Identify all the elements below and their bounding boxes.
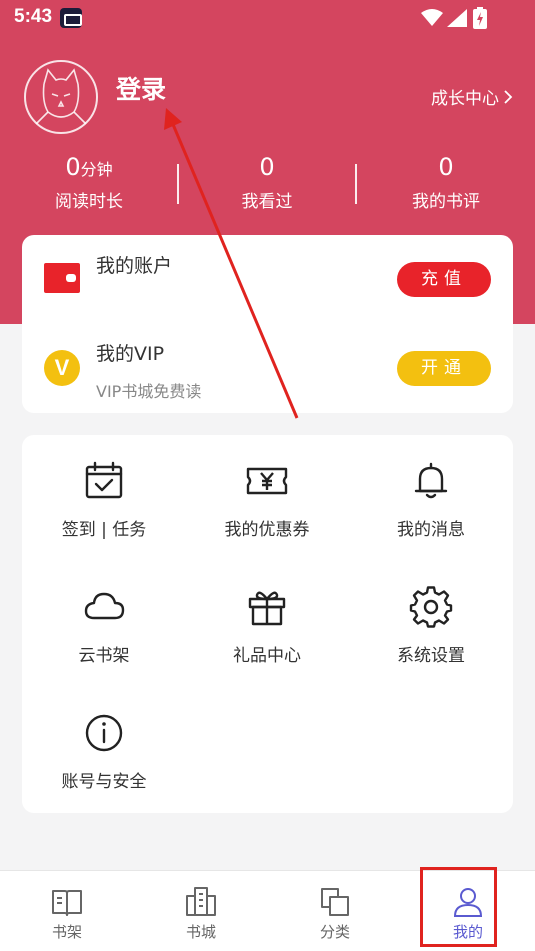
menu-item-gift-center[interactable]: 礼品中心 [185,585,349,666]
menu-item-checkin[interactable]: 签到 | 任务 [22,459,186,540]
menu-label: 系统设置 [397,646,465,666]
recharge-button[interactable]: 充值 [397,262,491,297]
menu-label: 云书架 [78,646,130,666]
menu-item-account-security[interactable]: 账号与安全 [22,711,186,792]
cat-avatar-icon [35,68,87,125]
coupon-icon [246,467,288,495]
vip-subtitle: VIP书城免费读 [96,382,202,401]
stat-label: 阅读时长 [55,192,123,212]
growth-center-label: 成长中心 [431,89,499,109]
status-time: 5:43 [14,6,53,27]
wallet-icon [44,263,80,293]
cloud-icon [84,592,125,620]
status-icons [421,7,495,29]
menu-label: 签到 | 任务 [61,520,147,540]
menu-label: 账号与安全 [61,772,147,792]
menu-label: 礼品中心 [233,646,301,666]
menu-item-messages[interactable]: 我的消息 [349,459,513,540]
gear-icon [409,586,453,628]
category-icon [321,888,349,916]
login-link[interactable]: 登录 [116,70,166,106]
wifi-icon [421,9,443,26]
stat-reading-time[interactable]: 0分钟 阅读时长 [0,152,178,212]
growth-center-link[interactable]: 成长中心 [431,84,513,109]
book-icon [52,890,82,916]
stat-viewed[interactable]: 0 我看过 [178,152,356,212]
stat-value: 0 [259,153,275,181]
nav-label: 书城 [185,923,216,941]
nav-label: 分类 [319,923,350,941]
menu-item-coupons[interactable]: 我的优惠券 [185,459,349,540]
buildings-icon [186,887,216,916]
stat-label: 我的书评 [412,192,480,212]
avatar[interactable] [24,60,98,134]
battery-icon [473,7,487,29]
calendar-check-icon [85,461,123,499]
gift-icon [248,591,286,626]
nav-item-bookstore[interactable]: 书城 [134,871,268,951]
account-card: 我的账户 充值 V 我的VIP VIP书城免费读 开通 [22,235,513,413]
signal-icon [447,9,467,27]
stat-value: 0 [438,153,454,181]
stat-unit: 分钟 [80,160,113,179]
menu-item-cloud-shelf[interactable]: 云书架 [22,585,186,666]
reading-stats: 0分钟 阅读时长 0 我看过 0 我的书评 [0,152,535,216]
chevron-right-icon [504,89,513,104]
nav-label: 书架 [51,923,82,941]
stat-value: 0 [65,153,81,181]
menu-label: 我的优惠券 [224,520,310,540]
notification-app-icon [60,8,82,28]
bell-icon [414,462,448,499]
vip-title[interactable]: 我的VIP [96,339,164,366]
nav-item-bookshelf[interactable]: 书架 [0,871,134,951]
info-icon [85,714,123,752]
menu-label: 我的消息 [397,520,465,540]
annotation-highlight-box [420,867,497,947]
account-title[interactable]: 我的账户 [96,251,172,278]
vip-icon: V [44,350,80,386]
nav-item-category[interactable]: 分类 [268,871,402,951]
status-bar: 5:43 [0,0,535,36]
stat-reviews[interactable]: 0 我的书评 [357,152,535,212]
menu-grid: 签到 | 任务 我的优惠券 我的消息 云书架 礼品中心 系统设置 账号与安全 [22,435,513,813]
open-vip-button[interactable]: 开通 [397,351,491,386]
stat-label: 我看过 [241,192,293,212]
menu-item-settings[interactable]: 系统设置 [349,585,513,666]
